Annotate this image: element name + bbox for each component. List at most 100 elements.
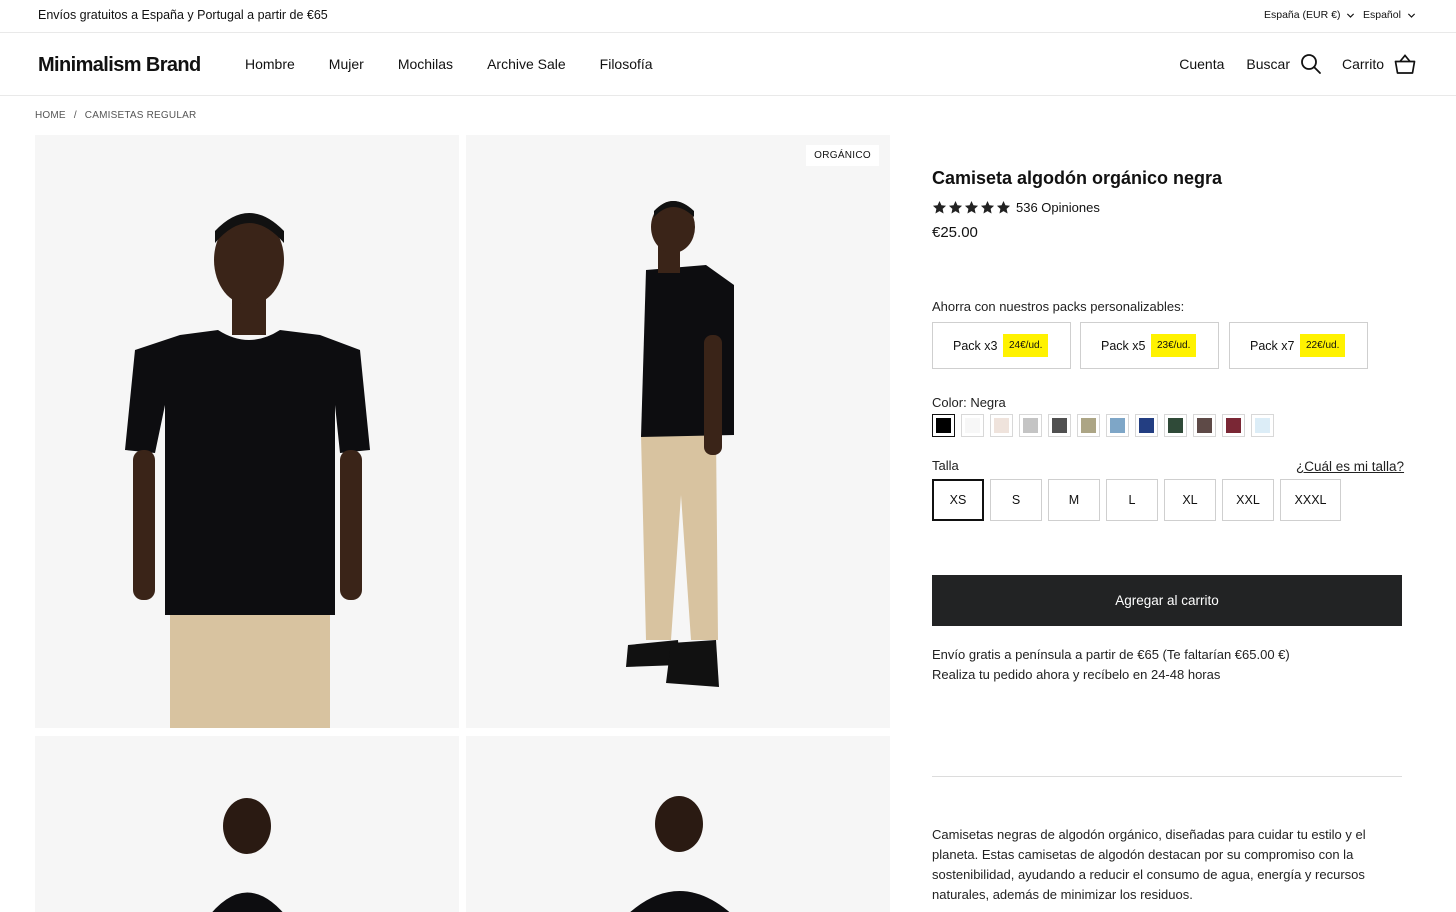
star-icon [932,200,947,214]
pack-unit-price: 23€/ud. [1151,334,1197,357]
color-swatch[interactable] [1048,414,1071,437]
header-actions: Cuenta Buscar Carrito [1179,50,1416,78]
announcement-bar: Envíos gratuitos a España y Portugal a p… [0,0,1456,33]
nav-item-archive-sale[interactable]: Archive Sale [487,56,566,72]
size-option-xxl[interactable]: XXL [1222,479,1274,521]
cart-button[interactable]: Carrito [1342,53,1416,75]
pack-x7-option[interactable]: Pack x7 22€/ud. [1229,322,1368,369]
size-option-xs[interactable]: XS [932,479,984,521]
color-swatch-fill [936,418,951,433]
model-front-illustration [125,213,370,728]
brand-logo[interactable]: Minimalism Brand [38,54,201,77]
organic-badge: ORGÁNICO [806,145,879,166]
nav-item-mujer[interactable]: Mujer [329,56,364,72]
color-swatch[interactable] [1077,414,1100,437]
free-shipping-promo: Envíos gratuitos a España y Portugal a p… [38,8,328,22]
product-image-side[interactable]: ORGÁNICO [466,135,890,728]
color-swatch-fill [1255,418,1270,433]
color-swatch-fill [965,418,980,433]
color-swatch[interactable] [1193,414,1216,437]
model-back-angle-illustration [212,798,283,912]
star-icon [948,200,963,214]
size-option-s[interactable]: S [990,479,1042,521]
account-link[interactable]: Cuenta [1179,56,1224,72]
pack-x3-option[interactable]: Pack x3 24€/ud. [932,322,1071,369]
color-swatch[interactable] [990,414,1013,437]
color-swatch[interactable] [1135,414,1158,437]
pack-label: Pack x5 [1101,338,1146,353]
color-swatch[interactable] [1164,414,1187,437]
star-icon [996,200,1011,214]
search-label: Buscar [1246,56,1290,72]
color-label-prefix: Color: [932,395,967,410]
color-swatch-fill [1139,418,1154,433]
color-swatch-fill [1168,418,1183,433]
color-swatch-fill [1081,418,1096,433]
main-nav: Hombre Mujer Mochilas Archive Sale Filos… [245,56,687,72]
size-option-xxxl[interactable]: XXXL [1280,479,1341,521]
color-selected-value: Negra [970,395,1006,410]
product-image-back-angle[interactable] [35,736,459,912]
region-label: España (EUR €) [1264,9,1341,21]
color-swatch[interactable] [1222,414,1245,437]
color-swatch-fill [1023,418,1038,433]
model-side-illustration [626,201,734,687]
breadcrumb: HOME / CAMISETAS REGULAR [35,110,196,121]
nav-item-hombre[interactable]: Hombre [245,56,295,72]
size-label: Talla [932,458,959,473]
product-price: €25.00 [932,224,978,241]
site-header: Minimalism Brand Hombre Mujer Mochilas A… [0,34,1456,96]
reviews-count: 536 Opiniones [1016,200,1100,215]
star-icon [964,200,979,214]
color-swatch-fill [994,418,1009,433]
color-swatch[interactable] [1019,414,1042,437]
size-options: XS S M L XL XXL XXXL [932,479,1341,521]
breadcrumb-separator: / [73,110,77,121]
chevron-down-icon [1347,12,1355,18]
star-icon [980,200,995,214]
search-button[interactable]: Buscar [1246,53,1322,75]
packs-label: Ahorra con nuestros packs personalizable… [932,299,1185,314]
shipping-threshold-note: Envío gratis a península a partir de €65… [932,647,1290,662]
breadcrumb-home[interactable]: HOME [35,110,66,121]
color-swatch-fill [1052,418,1067,433]
chevron-down-icon [1407,12,1416,18]
language-selector[interactable]: Español [1363,9,1416,21]
language-label: Español [1363,9,1401,21]
nav-item-filosofia[interactable]: Filosofía [600,56,653,72]
search-icon [1301,54,1321,74]
color-swatch-fill [1110,418,1125,433]
color-swatch-fill [1197,418,1212,433]
cart-label: Carrito [1341,56,1384,72]
product-title: Camiseta algodón orgánico negra [932,168,1223,188]
color-swatch-fill [1226,418,1241,433]
size-option-m[interactable]: M [1048,479,1100,521]
breadcrumb-current[interactable]: CAMISETAS REGULAR [85,110,197,121]
pack-unit-price: 24€/ud. [1003,334,1049,357]
color-swatch[interactable] [1251,414,1274,437]
nav-item-mochilas[interactable]: Mochilas [398,56,453,72]
color-swatch[interactable] [961,414,984,437]
pack-label: Pack x3 [953,338,998,353]
size-guide-link[interactable]: ¿Cuál es mi talla? [1296,459,1404,474]
product-description: Camisetas negras de algodón orgánico, di… [932,827,1366,902]
rating-stars [932,200,1011,215]
pack-label: Pack x7 [1250,338,1295,353]
delivery-time-note: Realiza tu pedido ahora y recíbelo en 24… [932,667,1221,682]
size-option-l[interactable]: L [1106,479,1158,521]
product-image-back[interactable] [466,736,890,912]
color-swatch[interactable] [932,414,955,437]
section-divider [932,776,1402,777]
region-currency-selector[interactable]: España (EUR €) [1264,9,1355,21]
pack-x5-option[interactable]: Pack x5 23€/ud. [1080,322,1219,369]
product-image-front[interactable] [35,135,459,728]
size-option-xl[interactable]: XL [1164,479,1216,521]
color-swatch[interactable] [1106,414,1129,437]
color-label: Color: Negra [932,395,1006,410]
add-to-cart-button[interactable]: Agregar al carrito [932,575,1402,626]
basket-icon [1394,54,1416,74]
color-swatches [932,414,1274,437]
pack-unit-price: 22€/ud. [1300,334,1346,357]
model-back-illustration [630,796,730,912]
product-rating[interactable]: 536 Opiniones [932,200,1100,215]
